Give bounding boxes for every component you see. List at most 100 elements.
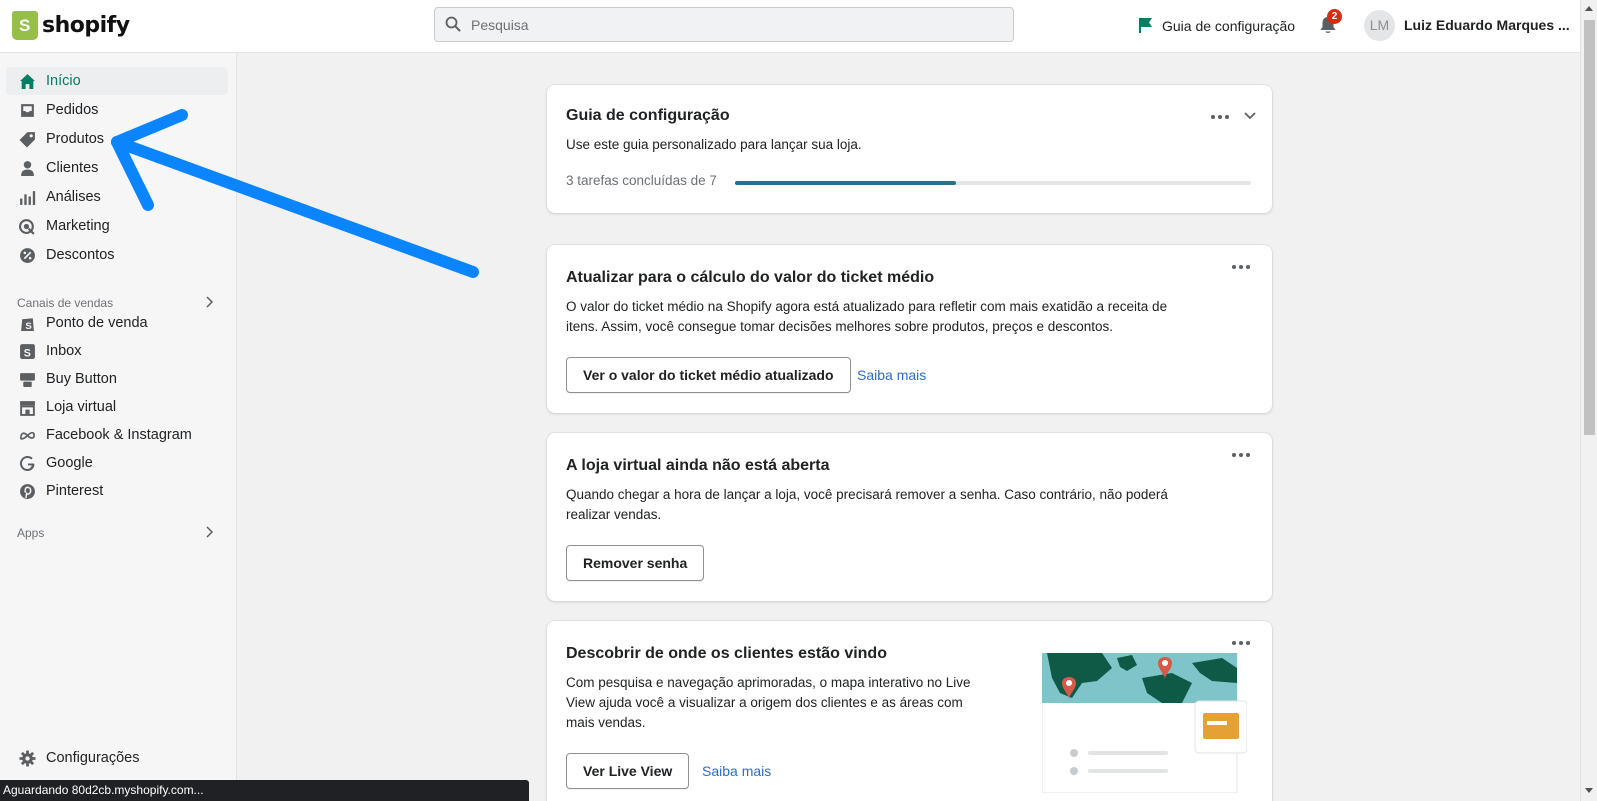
store-closed-card: A loja virtual ainda não está aberta Qua… [547, 433, 1272, 601]
search-bar[interactable] [434, 7, 1014, 42]
sidebar-item-google[interactable]: Google [6, 449, 228, 477]
live-view-button[interactable]: Ver Live View [566, 753, 690, 789]
search-icon [445, 16, 461, 32]
card-text-line: Com pesquisa e navegação aprimoradas, o … [566, 675, 971, 690]
sidebar-item-label: Descontos [46, 247, 115, 263]
discount-icon [20, 247, 35, 263]
sidebar-item-label: Loja virtual [46, 399, 117, 415]
top-bar: shopify Guia de configuração 2 LM Luiz E… [0, 0, 1580, 53]
store-icon [20, 400, 35, 416]
sidebar-item-produtos[interactable]: Produtos [6, 125, 228, 153]
person-icon [21, 160, 34, 176]
view-ticket-button[interactable]: Ver o valor do ticket médio atualizado [566, 357, 851, 393]
sidebar-item-label: Ponto de venda [46, 315, 148, 331]
notification-badge: 2 [1327, 9, 1342, 24]
sidebar-item-label: Produtos [46, 131, 105, 147]
shopify-inbox-icon: S [20, 343, 35, 359]
ticket-medio-card: Atualizar para o cálculo do valor do tic… [547, 245, 1272, 413]
logo-text: shopify [42, 13, 130, 38]
more-options-icon[interactable] [1211, 113, 1231, 121]
tag-icon [19, 131, 35, 147]
chevron-down-icon[interactable] [1244, 111, 1256, 121]
sidebar-item-facebook-instagram[interactable]: Facebook & Instagram [6, 421, 228, 449]
search-input[interactable] [435, 8, 1013, 41]
user-name[interactable]: Luiz Eduardo Marques ... [1404, 17, 1570, 33]
card-text-line: realizar vendas. [566, 507, 662, 522]
learn-more-link[interactable]: Saiba mais [702, 763, 771, 779]
gear-icon [19, 750, 36, 766]
svg-text:S: S [24, 347, 31, 359]
sidebar-item-loja-virtual[interactable]: Loja virtual [6, 393, 228, 421]
card-text-line: Quando chegar a hora de lançar a loja, v… [566, 487, 1168, 502]
inbox-tray-icon [21, 103, 34, 117]
shopify-logo[interactable]: shopify [12, 11, 130, 40]
shopify-bag-icon: S [21, 317, 34, 331]
meta-icon [20, 431, 35, 440]
flag-icon [1139, 18, 1152, 33]
progress-fill [735, 181, 957, 185]
setup-guide-button[interactable]: Guia de configuração [1138, 17, 1295, 34]
card-title: Descobrir de onde os clientes estão vind… [566, 645, 887, 662]
sidebar-item-pinterest[interactable]: Pinterest [6, 477, 228, 505]
learn-more-link[interactable]: Saiba mais [857, 367, 926, 383]
scroll-thumb[interactable] [1584, 20, 1595, 435]
sidebar-item-pedidos[interactable]: Pedidos [6, 96, 228, 124]
card-title: Atualizar para o cálculo do valor do tic… [566, 269, 935, 286]
sidebar-item-clientes[interactable]: Clientes [6, 154, 228, 182]
chevron-right-icon[interactable] [204, 296, 214, 308]
progress-bar [735, 181, 1251, 185]
sales-channels-heading[interactable]: Canais de vendas [17, 296, 113, 310]
buy-button-icon [20, 372, 35, 387]
card-text-line: mais vendas. [566, 715, 646, 730]
scroll-up-icon[interactable] [1585, 6, 1593, 11]
chevron-right-icon[interactable] [204, 526, 214, 538]
sidebar-item-label: Pinterest [46, 483, 104, 499]
sidebar-item-descontos[interactable]: Descontos [6, 241, 228, 269]
bar-chart-icon [20, 190, 36, 205]
card-title: A loja virtual ainda não está aberta [566, 457, 830, 474]
svg-text:S: S [25, 320, 31, 331]
sidebar-item-configuracoes[interactable]: Configurações [6, 744, 228, 772]
card-text-line: O valor do ticket médio na Shopify agora… [566, 299, 1168, 314]
progress-text: 3 tarefas concluídas de 7 [566, 173, 717, 188]
scroll-down-icon[interactable] [1585, 788, 1593, 793]
sidebar-item-label: Google [46, 455, 93, 471]
sidebar-item-label: Análises [46, 189, 101, 205]
more-options-icon[interactable] [1232, 451, 1252, 459]
card-text-line: View ajuda você a visualizar a origem do… [566, 695, 963, 710]
home-icon [20, 73, 35, 89]
scrollbar[interactable] [1580, 0, 1597, 801]
remove-password-button[interactable]: Remover senha [566, 545, 705, 581]
setup-guide-card: Guia de configuração Use este guia perso… [547, 85, 1272, 213]
sidebar-item-buy-button[interactable]: Buy Button [6, 365, 228, 393]
more-options-icon[interactable] [1232, 263, 1252, 271]
world-map-illustration [1042, 653, 1247, 793]
browser-status-bar: Aguardando 80d2cb.myshopify.com... [0, 780, 529, 801]
target-icon [19, 218, 35, 235]
sidebar: Início Pedidos Produtos Clientes Análise… [0, 53, 237, 801]
avatar[interactable]: LM [1364, 10, 1395, 41]
shopify-bag-icon [12, 11, 38, 40]
sidebar-item-label: Início [46, 73, 81, 89]
sidebar-item-label: Pedidos [46, 102, 99, 118]
card-description: Use este guia personalizado para lançar … [566, 137, 862, 152]
sidebar-item-label: Configurações [46, 750, 140, 766]
sidebar-item-label: Marketing [46, 218, 110, 234]
sidebar-item-label: Inbox [46, 343, 82, 359]
more-options-icon[interactable] [1232, 639, 1252, 647]
apps-heading[interactable]: Apps [17, 526, 44, 540]
card-text-line: itens. Assim, você consegue tomar decisõ… [566, 319, 1114, 334]
sidebar-item-inbox[interactable]: S Inbox [6, 337, 228, 365]
sidebar-item-ponto-de-venda[interactable]: S Ponto de venda [6, 309, 228, 337]
card-title: Guia de configuração [566, 107, 730, 124]
sidebar-item-inicio[interactable]: Início [6, 67, 228, 95]
sidebar-item-label: Clientes [46, 160, 99, 176]
sidebar-item-marketing[interactable]: Marketing [6, 212, 228, 240]
setup-guide-label: Guia de configuração [1162, 17, 1296, 34]
google-icon [19, 455, 35, 471]
sidebar-item-label: Buy Button [46, 371, 117, 387]
sidebar-item-label: Facebook & Instagram [46, 427, 192, 443]
sidebar-item-analises[interactable]: Análises [6, 183, 228, 211]
live-view-card: Descobrir de onde os clientes estão vind… [547, 621, 1272, 801]
pinterest-icon [20, 483, 35, 499]
